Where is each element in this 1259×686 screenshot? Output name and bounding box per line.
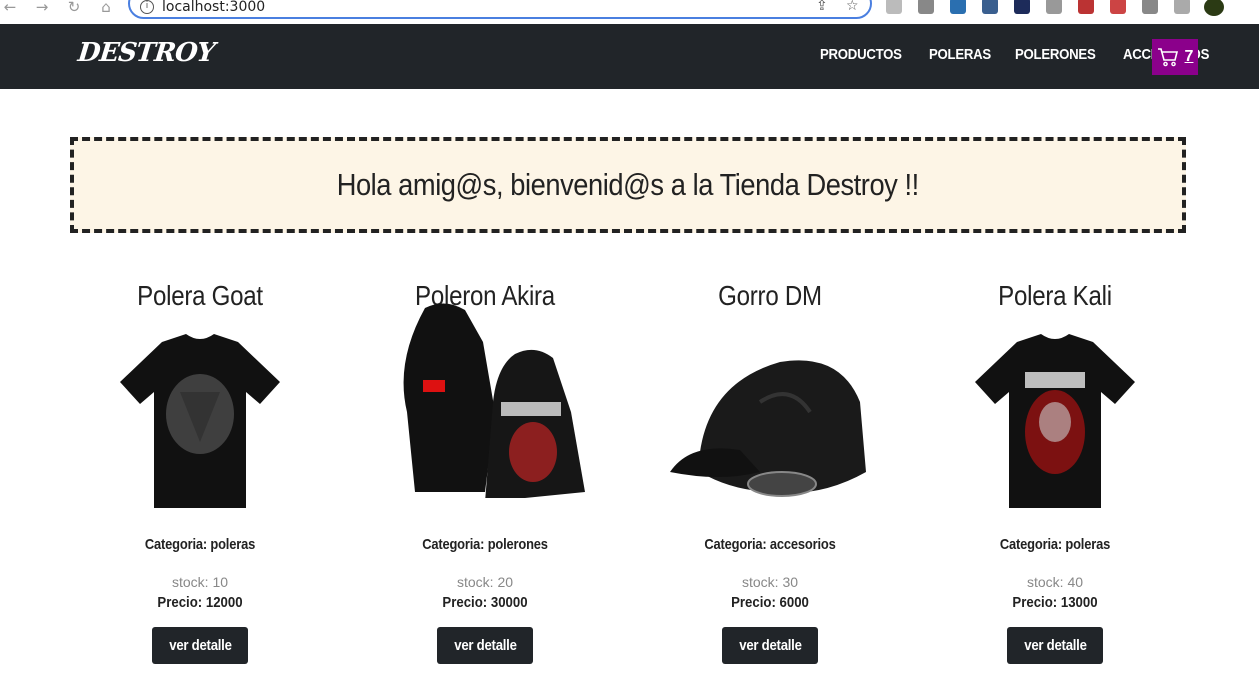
back-icon[interactable]: ←: [0, 0, 20, 16]
product-title: Polera Goat: [137, 280, 263, 311]
product-card: Polera Kali Categoria: poleras stock: 40…: [925, 280, 1185, 664]
product-category: Categoria: poleras: [144, 536, 256, 553]
recycle-extension-icon[interactable]: [918, 0, 934, 14]
ver-detalle-button[interactable]: ver detalle: [721, 627, 819, 664]
shield-extension-icon[interactable]: [1110, 0, 1126, 14]
product-price: Precio: 30000: [442, 594, 528, 611]
product-price: Precio: 6000: [731, 594, 809, 611]
ver-detalle-label: ver detalle: [453, 637, 517, 654]
welcome-text: Hola amig@s, bienvenid@s a la Tienda Des…: [336, 167, 920, 202]
product-image-tshirt: [955, 322, 1155, 518]
product-stock: stock: 40: [1026, 574, 1084, 590]
product-price: Precio: 12000: [157, 594, 243, 611]
product-image-hoodie: [385, 303, 585, 518]
ver-detalle-button[interactable]: ver detalle: [436, 627, 534, 664]
product-category: Categoria: poleras: [999, 536, 1111, 553]
product-title: Gorro DM: [718, 280, 822, 311]
camera-extension-icon[interactable]: [886, 0, 902, 14]
product-image-cap: [670, 322, 870, 518]
profile-avatar[interactable]: [1204, 0, 1224, 16]
book-extension-icon[interactable]: [1046, 0, 1062, 14]
product-card: Poleron Akira Categoria: polerones stock…: [355, 280, 615, 664]
brand-logo[interactable]: DESTROY: [76, 38, 215, 68]
puzzle-extension-icon[interactable]: [1142, 0, 1158, 14]
address-bar[interactable]: i localhost:3000 ⇪ ☆: [128, 0, 872, 19]
product-image-tshirt: [100, 322, 300, 518]
site-info-icon[interactable]: i: [140, 0, 154, 14]
ver-detalle-label: ver detalle: [738, 637, 802, 654]
welcome-banner: Hola amig@s, bienvenid@s a la Tienda Des…: [70, 137, 1186, 233]
cart-icon: [1157, 48, 1178, 67]
bookmark-star-icon[interactable]: ☆: [846, 0, 859, 14]
pdi-extension-icon[interactable]: [1014, 0, 1030, 14]
red-extension-icon[interactable]: [1078, 0, 1094, 14]
nav-link-productos[interactable]: PRODUCTOS: [820, 46, 902, 63]
product-stock: stock: 10: [171, 574, 229, 590]
product-price: Precio: 13000: [1012, 594, 1098, 611]
s-extension-icon[interactable]: [950, 0, 966, 14]
pen-extension-icon[interactable]: [982, 0, 998, 14]
share-icon[interactable]: ⇪: [816, 0, 828, 14]
product-category: Categoria: polerones: [422, 536, 548, 553]
product-title: Polera Kali: [998, 280, 1112, 311]
cart-count[interactable]: 7: [1185, 48, 1194, 66]
home-icon[interactable]: ⌂: [96, 0, 116, 16]
product-stock: stock: 20: [456, 574, 514, 590]
nav-link-poleras[interactable]: POLERAS: [929, 46, 991, 63]
url-text: localhost:3000: [162, 0, 266, 15]
ver-detalle-button[interactable]: ver detalle: [1006, 627, 1104, 664]
cart-button[interactable]: 7: [1152, 39, 1198, 75]
playlist-extension-icon[interactable]: [1174, 0, 1190, 14]
product-stock: stock: 30: [741, 574, 799, 590]
ver-detalle-label: ver detalle: [1023, 637, 1087, 654]
product-card: Gorro DM Categoria: accesorios stock: 30…: [640, 280, 900, 664]
nav-link-polerones[interactable]: POLERONES: [1015, 46, 1096, 63]
ver-detalle-button[interactable]: ver detalle: [151, 627, 249, 664]
product-card: Polera Goat Categoria: poleras stock: 10…: [70, 280, 330, 664]
ver-detalle-label: ver detalle: [168, 637, 232, 654]
browser-toolbar: ← → ↻ ⌂ i localhost:3000 ⇪ ☆: [0, 0, 1259, 24]
site-navbar: DESTROY PRODUCTOS POLERAS POLERONES ACCE…: [0, 24, 1259, 89]
forward-icon[interactable]: →: [32, 0, 52, 16]
reload-icon[interactable]: ↻: [64, 0, 84, 16]
product-category: Categoria: accesorios: [704, 536, 836, 553]
